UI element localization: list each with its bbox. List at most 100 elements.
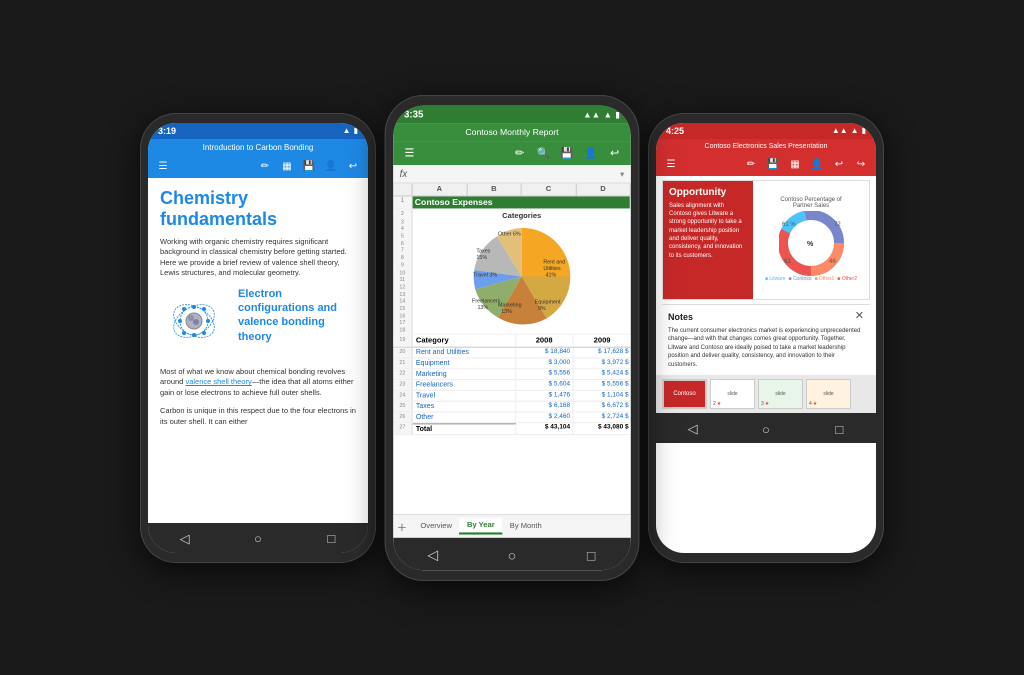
menu-icon[interactable]: ☰ bbox=[156, 160, 170, 174]
save-icon[interactable]: 💾 bbox=[766, 158, 780, 172]
pie-chart-title: Categories bbox=[502, 212, 541, 220]
excel-doc-title: Contoso Monthly Report bbox=[465, 127, 558, 137]
back-button[interactable]: ◁ bbox=[175, 529, 195, 549]
excel-bottom-nav: ◁ ○ □ bbox=[393, 537, 631, 569]
cell-2008: $ 18,840 bbox=[516, 347, 573, 357]
thumb-2[interactable]: slide 2 ★ bbox=[710, 379, 755, 409]
tab-overview[interactable]: Overview bbox=[413, 519, 460, 533]
ppt-status-bar: 4:25 ▲▲ ▲ ▮ bbox=[656, 123, 876, 139]
cell-category: Total bbox=[413, 423, 516, 434]
ppt-status-icons: ▲▲ ▲ ▮ bbox=[832, 126, 866, 135]
excel-table-rows: 20 Rent and Utilities $ 18,840 $ 17,628 … bbox=[393, 347, 631, 513]
slide-thumbnails: Contoso 1 slide 2 ★ slide 3 ★ slide 4 ★ bbox=[656, 375, 876, 413]
back-button[interactable]: ◁ bbox=[683, 419, 703, 439]
recents-button[interactable]: □ bbox=[580, 544, 602, 566]
thumb-3[interactable]: slide 3 ★ bbox=[758, 379, 803, 409]
excel-status-bar: 3:35 ▲▲ ▲ ▮ bbox=[393, 105, 631, 122]
undo-icon[interactable]: ↩ bbox=[607, 145, 622, 160]
pen-icon[interactable]: ✏ bbox=[512, 145, 527, 160]
menu-icon[interactable]: ☰ bbox=[664, 158, 678, 172]
atom-svg bbox=[160, 287, 228, 355]
pen-icon[interactable]: ✏ bbox=[744, 158, 758, 172]
svg-text:Travel 3%: Travel 3% bbox=[473, 272, 497, 278]
word-title-bar: Introduction to Carbon Bonding bbox=[148, 139, 368, 156]
signal-icon: ▲▲ bbox=[583, 109, 600, 119]
expenses-header: Contoso Expenses bbox=[413, 196, 631, 208]
svg-text:Freelancers: Freelancers bbox=[472, 298, 501, 304]
pen-icon[interactable]: ✏ bbox=[258, 160, 272, 174]
save-icon[interactable]: 💾 bbox=[302, 160, 316, 174]
ppt-screen: 4:25 ▲▲ ▲ ▮ Contoso Electronics Sales Pr… bbox=[656, 123, 876, 553]
word-heading: Chemistry fundamentals bbox=[160, 188, 356, 231]
excel-body: A B C D 1 Contoso Expenses 2 3 4 5 bbox=[393, 183, 631, 537]
cell-2009: $ 17,628 $ bbox=[573, 347, 630, 357]
menu-icon[interactable]: ☰ bbox=[402, 145, 417, 160]
phone-excel: 3:35 ▲▲ ▲ ▮ Contoso Monthly Report ☰ ✏ 🔍… bbox=[385, 94, 640, 580]
svg-text:72: 72 bbox=[834, 222, 841, 228]
battery-icon: ▮ bbox=[615, 109, 620, 119]
recents-button[interactable]: □ bbox=[829, 419, 849, 439]
fx-label: fx bbox=[400, 168, 408, 179]
battery-icon: ▮ bbox=[862, 126, 866, 135]
person-icon[interactable]: 👤 bbox=[583, 145, 598, 160]
row-num: 20 bbox=[393, 347, 412, 357]
table-icon[interactable]: ▦ bbox=[280, 160, 294, 174]
col-headers: A B C D bbox=[393, 183, 631, 196]
cell-2009: $ 5,556 $ bbox=[573, 380, 630, 390]
word-intro: Working with organic chemistry requires … bbox=[160, 237, 356, 279]
redo-icon[interactable]: ↪ bbox=[854, 158, 868, 172]
search-icon[interactable]: 🔍 bbox=[536, 145, 551, 160]
cell-2009: $ 3,972 $ bbox=[573, 358, 630, 368]
svg-text:61 %: 61 % bbox=[782, 222, 796, 228]
home-button[interactable]: ○ bbox=[248, 529, 268, 549]
table-row: 21 Equipment $ 3,000 $ 3,972 $ bbox=[393, 358, 631, 369]
recents-button[interactable]: □ bbox=[321, 529, 341, 549]
thumb-4[interactable]: slide 4 ★ bbox=[806, 379, 851, 409]
formula-input[interactable] bbox=[412, 168, 620, 178]
pie-chart-svg: Rent and Utilities 41% Equipment 9% Mark… bbox=[468, 222, 576, 330]
cell-2008: $ 5,604 bbox=[516, 380, 573, 390]
cell-2008: $ 1,476 bbox=[516, 390, 573, 400]
col-d: D bbox=[576, 183, 631, 195]
home-button[interactable]: ○ bbox=[756, 419, 776, 439]
word-doc-title: Introduction to Carbon Bonding bbox=[203, 143, 314, 152]
cell-2009: $ 5,424 $ bbox=[573, 369, 630, 379]
ppt-slide-left: Opportunity Sales alignment with Contoso… bbox=[663, 181, 753, 299]
tab-bymonth[interactable]: By Month bbox=[502, 519, 549, 533]
table-header: 19 Category 2008 2009 bbox=[393, 334, 631, 347]
svg-text:9%: 9% bbox=[538, 305, 546, 311]
chart-title: Contoso Percentage ofPartner Sales bbox=[780, 197, 841, 209]
table-row: 27 Total $ 43,104 $ 43,080 $ bbox=[393, 423, 631, 435]
row-num: 23 bbox=[393, 380, 412, 390]
valence-link[interactable]: valence shell theory bbox=[185, 377, 251, 386]
cell-2008: $ 3,000 bbox=[516, 358, 573, 368]
notes-title: Notes bbox=[668, 311, 864, 324]
cell-2008: $ 6,168 bbox=[516, 401, 573, 411]
table-row: 25 Taxes $ 6,168 $ 6,672 $ bbox=[393, 401, 631, 412]
tab-byyear[interactable]: By Year bbox=[459, 518, 502, 534]
notes-close-button[interactable]: ✕ bbox=[855, 309, 864, 324]
thumb-1[interactable]: Contoso 1 bbox=[662, 379, 707, 409]
add-sheet-button[interactable]: + bbox=[398, 517, 407, 534]
dropdown-arrow[interactable]: ▾ bbox=[620, 168, 624, 178]
notes-body: The current consumer electronics market … bbox=[668, 327, 864, 369]
ppt-time: 4:25 bbox=[666, 126, 684, 136]
person-icon[interactable]: 👤 bbox=[810, 158, 824, 172]
layout-icon[interactable]: ▦ bbox=[788, 158, 802, 172]
scene: 3:19 ▲ ▮ Introduction to Carbon Bonding … bbox=[120, 93, 904, 583]
word-content: Chemistry fundamentals Working with orga… bbox=[148, 178, 368, 523]
undo-icon[interactable]: ↩ bbox=[346, 160, 360, 174]
cell-category: Rent and Utilities bbox=[413, 347, 516, 357]
person-icon[interactable]: 👤 bbox=[324, 160, 338, 174]
svg-text:Taxes: Taxes bbox=[476, 248, 490, 254]
cell-2008: $ 43,104 bbox=[516, 423, 573, 434]
cell-2009: $ 1,104 $ bbox=[573, 390, 630, 400]
col-a: A bbox=[413, 183, 468, 195]
home-button[interactable]: ○ bbox=[501, 544, 523, 566]
donut-chart: 72 46 61 % 63 % bbox=[779, 211, 844, 276]
undo-icon[interactable]: ↩ bbox=[832, 158, 846, 172]
svg-text:Marketing: Marketing bbox=[498, 302, 522, 308]
save-icon[interactable]: 💾 bbox=[560, 145, 575, 160]
ppt-slide-body: Sales alignment with Contoso gives Litwa… bbox=[669, 202, 747, 261]
back-button[interactable]: ◁ bbox=[422, 544, 444, 566]
